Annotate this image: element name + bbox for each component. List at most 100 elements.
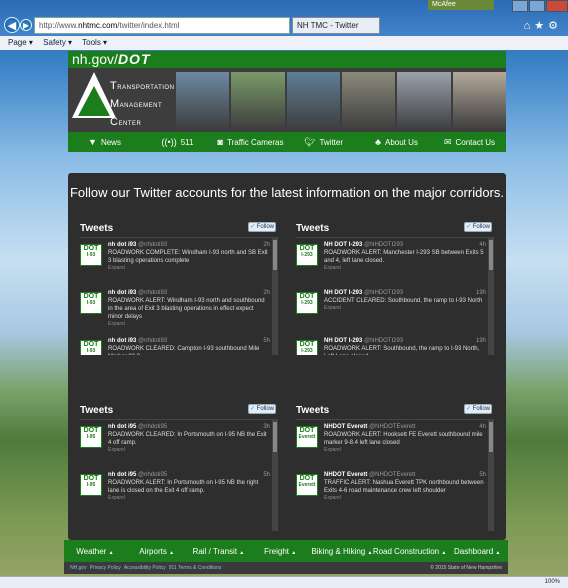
tweet-time[interactable]: 4h [479,424,486,430]
tweet-name: NHDOT Everett [324,472,368,478]
cmd-page[interactable]: Page ▾ [8,38,33,47]
tweet-time[interactable]: 5h [263,472,270,478]
close-window-button[interactable] [546,0,568,12]
nav-item[interactable]: 🐦︎ Twitter [287,137,360,148]
home-icon[interactable]: ⌂ [524,20,535,32]
avatar[interactable]: DOT I-93 [80,292,102,314]
minimize-button[interactable] [512,0,528,12]
tweet-author[interactable]: nh dot i93 @nhdoti93 [108,290,270,296]
tweet-feed[interactable]: DOT I-93 nh dot i93 @nhdoti93 2h ROADWORK… [80,237,278,355]
tweet[interactable]: DOT Everett NHDOT Everett @NHDOTEverett 5… [296,468,494,516]
tweet-time[interactable]: 5h [263,338,270,344]
tweet-author[interactable]: NH DOT I-293 @NHDOTI293 [324,242,486,248]
tweet[interactable]: DOT I-95 nh dot i95 @nhdoti95 5h ROADWORK… [80,468,278,516]
avatar[interactable]: DOT Everett [296,426,318,448]
gear-icon[interactable]: ⚙ [548,20,562,32]
follow-button[interactable]: ✓ Follow [248,222,276,232]
expand-link[interactable]: Expand [324,265,486,271]
expand-link[interactable]: Expand [324,305,486,311]
bottom-nav-item[interactable]: Rail / Transit ▲ [188,547,250,556]
bottom-nav: Weather ▲ Airports ▲ Rail / Transit ▲ Freig… [64,540,508,562]
bottom-nav-item[interactable]: Biking & Hiking ▲ [311,547,373,556]
avatar[interactable]: DOT I-293 [296,292,318,314]
zoom-level[interactable]: 100% [545,579,560,585]
tweet-author[interactable]: NHDOT Everett @NHDOTEverett [324,472,486,478]
tmc-logo[interactable]: TRANSPORTATION MANAGEMENT CENTER [72,72,174,130]
expand-link[interactable]: Expand [324,447,486,453]
expand-link[interactable]: Expand [108,447,270,453]
tweet-time[interactable]: 4h [479,242,486,248]
tweet[interactable]: DOT I-93 nh dot i93 @nhdoti93 5h ROADWORK… [80,334,278,355]
follow-button[interactable]: ✓ Follow [464,222,492,232]
footer-link[interactable]: NH.gov [70,565,87,571]
tweet-time[interactable]: 5h [479,472,486,478]
footer-link[interactable]: Accessibility Policy [124,565,166,571]
tweet[interactable]: DOT I-293 NH DOT I-293 @NHDOTI293 4h ROAD… [296,238,494,286]
avatar-label: I-293 [301,348,313,354]
tweet-time[interactable]: 2h [263,290,270,296]
avatar[interactable]: DOT Everett [296,474,318,496]
tweet-author[interactable]: nh dot i95 @nhdoti95 [108,472,270,478]
avatar[interactable]: DOT I-293 [296,340,318,355]
tmc-banner: TRANSPORTATION MANAGEMENT CENTER [68,68,506,132]
tweet[interactable]: DOT I-293 NH DOT I-293 @NHDOTI293 19h ACC… [296,286,494,334]
tweet-author[interactable]: nh dot i95 @nhdoti95 [108,424,270,430]
tweet-author[interactable]: NHDOT Everett @NHDOTEverett [324,424,486,430]
bottom-nav-item[interactable]: Weather ▲ [64,547,126,556]
maximize-button[interactable] [529,0,545,12]
tweet-time[interactable]: 2h [263,242,270,248]
nhgov-dot-logo[interactable]: nh.gov/DOT [72,51,151,68]
nav-item[interactable]: ((•)) 511 [141,137,214,147]
tweet[interactable]: DOT I-93 nh dot i93 @nhdoti93 2h ROADWORK… [80,238,278,286]
tweet-handle: @NHDOTI293 [364,290,404,296]
footer-link[interactable]: Privacy Policy [90,565,121,571]
tweet-handle: @NHDOTEverett [369,424,416,430]
tweet-time[interactable]: 19h [476,338,486,344]
avatar[interactable]: DOT I-95 [80,426,102,448]
tweet[interactable]: DOT I-293 NH DOT I-293 @NHDOTI293 19h ROA… [296,334,494,355]
nav-item[interactable]: ▼ News [68,137,141,147]
footer-link[interactable]: 911 Terms & Conditions [169,565,222,571]
star-icon[interactable]: ★ [534,20,548,32]
mcafee-badge[interactable]: McAfee [428,0,494,10]
cmd-tools[interactable]: Tools ▾ [82,38,107,47]
avatar[interactable]: DOT I-95 [80,474,102,496]
tweet[interactable]: DOT Everett NHDOT Everett @NHDOTEverett 4… [296,420,494,468]
back-button[interactable]: ◀ [4,17,20,33]
tweet-feed[interactable]: DOT I-293 NH DOT I-293 @NHDOTI293 4h ROAD… [296,237,494,355]
avatar[interactable]: DOT I-93 [80,340,102,355]
expand-link[interactable]: Expand [324,495,486,501]
tweet-name: NHDOT Everett [324,424,368,430]
status-bar: 100% [0,576,568,588]
nav-item[interactable]: ♣ About Us [360,137,433,147]
bottom-nav-item[interactable]: Dashboard ▲ [446,547,508,556]
nav-item[interactable]: ◙ Traffic Cameras [214,137,287,147]
bottom-nav-item[interactable]: Road Construction ▲ [373,547,446,556]
expand-link[interactable]: Expand [108,495,270,501]
avatar[interactable]: DOT I-293 [296,244,318,266]
tweet-feed[interactable]: DOT Everett NHDOT Everett @NHDOTEverett 4… [296,419,494,531]
tweet-author[interactable]: nh dot i93 @nhdoti93 [108,338,270,344]
bottom-nav-item[interactable]: Airports ▲ [126,547,188,556]
follow-button[interactable]: ✓ Follow [248,404,276,414]
avatar[interactable]: DOT I-93 [80,244,102,266]
tweet-author[interactable]: NH DOT I-293 @NHDOTI293 [324,338,486,344]
tweet-time[interactable]: 19h [476,290,486,296]
tweet-author[interactable]: nh dot i93 @nhdoti93 [108,242,270,248]
expand-link[interactable]: Expand [108,265,270,271]
expand-link[interactable]: Expand [108,321,270,327]
cmd-safety[interactable]: Safety ▾ [43,38,72,47]
follow-button[interactable]: ✓ Follow [464,404,492,414]
tab-title: NH TMC - Twitter [297,21,359,30]
tweet-author[interactable]: NH DOT I-293 @NHDOTI293 [324,290,486,296]
tweet[interactable]: DOT I-95 nh dot i95 @nhdoti95 3h ROADWORK… [80,420,278,468]
browser-tab[interactable]: NH TMC - Twitter [292,17,380,34]
bottom-nav-item[interactable]: Freight ▲ [249,547,311,556]
forward-button[interactable]: ▶ [20,19,32,31]
nav-item[interactable]: ✉ Contact Us [433,137,506,148]
nav-item-label: Traffic Cameras [226,137,284,147]
tweet[interactable]: DOT I-93 nh dot i93 @nhdoti93 2h ROADWORK… [80,286,278,334]
tweet-feed[interactable]: DOT I-95 nh dot i95 @nhdoti95 3h ROADWORK… [80,419,278,531]
address-bar[interactable]: http://www.nhtmc.com/twitter/index.html [34,17,290,34]
tweet-time[interactable]: 3h [263,424,270,430]
